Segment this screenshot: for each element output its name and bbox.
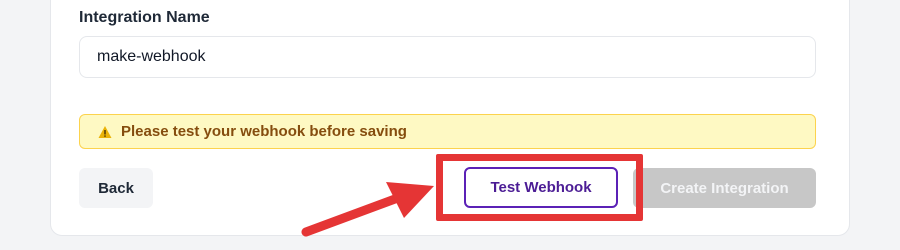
create-integration-button[interactable]: Create Integration xyxy=(633,168,816,208)
warning-triangle-icon xyxy=(98,125,112,138)
back-button[interactable]: Back xyxy=(79,168,153,208)
test-webhook-button[interactable]: Test Webhook xyxy=(464,167,618,208)
warning-text: Please test your webhook before saving xyxy=(121,123,407,140)
warning-banner: Please test your webhook before saving xyxy=(79,114,816,149)
integration-name-label: Integration Name xyxy=(79,9,210,26)
page: Integration Name Please test your webhoo… xyxy=(0,0,900,250)
integration-name-input[interactable] xyxy=(79,36,816,78)
